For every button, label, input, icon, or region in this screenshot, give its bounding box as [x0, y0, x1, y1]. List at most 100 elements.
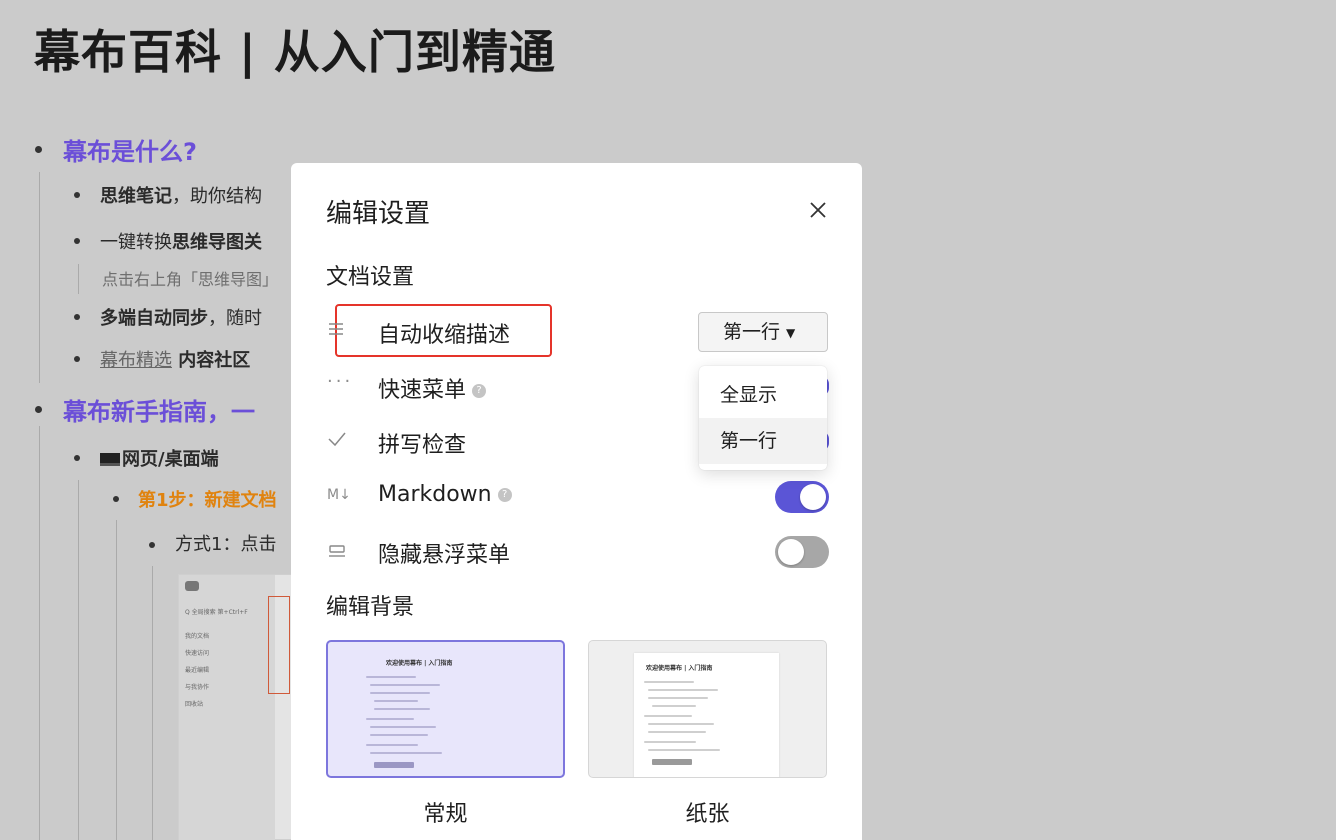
mini-row: 最近编辑 [185, 667, 210, 674]
quick-menu-label: 快速菜单? [378, 372, 487, 404]
thumb-title: 欢迎使用幕布 | 入门指南 [646, 665, 713, 672]
mini-row: 与我协作 [185, 684, 210, 691]
doc-settings-heading: 文档设置 [326, 265, 415, 290]
mini-row: 回收站 [185, 701, 204, 708]
thumb-line [648, 697, 708, 699]
thumb-line [370, 752, 442, 754]
bullet[interactable] [74, 192, 80, 198]
select-value: 第一行 [723, 321, 781, 343]
mini-row: 我的文档 [185, 633, 210, 640]
background-paper-label: 纸张 [685, 802, 730, 827]
outline-item-bold: 思维笔记 [100, 186, 172, 207]
hide-hover-menu-label: 隐藏悬浮菜单 [378, 543, 511, 568]
thumb-line [648, 749, 720, 751]
bullet[interactable] [35, 406, 42, 413]
mini-sidebar: Q 全局搜索 第+Ctrl+F 我的文档 快速访问 最近编辑 与我协作 回收站 [179, 575, 275, 840]
collapse-lines-icon [327, 319, 355, 344]
outline-guide [39, 426, 40, 840]
ellipsis-icon: ··· [327, 371, 354, 392]
help-icon[interactable]: ? [472, 384, 487, 398]
thumb-line [366, 718, 414, 720]
markdown-toggle[interactable] [775, 481, 829, 513]
markdown-label: Markdown? [378, 482, 512, 507]
outline-guide [152, 566, 153, 840]
background-paper-card[interactable]: 欢迎使用幕布 | 入门指南 [588, 640, 827, 778]
close-icon[interactable] [807, 199, 829, 221]
outline-item-note: 点击右上角「思维导图」 [102, 270, 279, 289]
hover-menu-icon [327, 541, 355, 566]
bullet[interactable] [149, 542, 155, 548]
markdown-text: Markdown [378, 482, 492, 507]
background-heading: 编辑背景 [326, 595, 415, 620]
thumb-line [374, 708, 430, 710]
thumb-line [366, 676, 416, 678]
bullet[interactable] [74, 238, 80, 244]
toggle-knob [800, 484, 826, 510]
thumb-line [652, 705, 696, 707]
outline-item[interactable]: 一键转换思维导图关 [100, 228, 262, 254]
bullet[interactable] [113, 496, 119, 502]
outline-item[interactable]: 第1步：新建文档 [138, 486, 277, 512]
avatar [185, 581, 199, 591]
outline-item-bold: 思维导图关 [172, 232, 262, 253]
outline-guide [78, 264, 79, 294]
auto-collapse-label: 自动收缩描述 [378, 323, 511, 348]
hide-hover-menu-toggle[interactable] [775, 536, 829, 568]
outline-item-bold: 多端自动同步 [100, 308, 208, 329]
laptop-icon [100, 453, 120, 466]
mini-row: 快速访问 [185, 650, 210, 657]
bullet[interactable] [74, 455, 80, 461]
thumb-line [644, 741, 696, 743]
thumb-title: 欢迎使用幕布 | 入门指南 [386, 660, 453, 667]
paper-sheet: 欢迎使用幕布 | 入门指南 [634, 653, 779, 777]
outline-item-text: 一键转换 [100, 232, 172, 253]
thumb-line [374, 700, 418, 702]
help-icon[interactable]: ? [497, 488, 512, 502]
outline-item[interactable]: 幕布是什么? [63, 132, 197, 167]
outline-item-text: 网页/桌面端 [122, 449, 219, 470]
thumb-line [374, 762, 414, 768]
thumb-line [648, 723, 714, 725]
bullet[interactable] [74, 314, 80, 320]
edit-settings-dialog: 编辑设置 文档设置 自动收缩描述 第一行 ▼ ··· 快速菜单? 拼写检查 M↓ … [291, 163, 862, 840]
outline-item-text: ，随时 [208, 308, 262, 329]
quick-menu-text: 快速菜单 [378, 378, 467, 403]
spell-check-label: 拼写检查 [378, 433, 467, 458]
option-show-all[interactable]: 全显示 [699, 372, 827, 418]
mini-row: Q 全局搜索 第+Ctrl+F [185, 609, 248, 616]
auto-collapse-select[interactable]: 第一行 ▼ [698, 312, 828, 352]
thumb-line [644, 681, 694, 683]
toggle-knob [778, 539, 804, 565]
thumb-line [648, 689, 718, 691]
thumb-line [652, 759, 692, 765]
collapse-options-dropdown: 全显示 第一行 [699, 366, 827, 470]
outline-guide [39, 172, 40, 383]
outline-item[interactable]: 思维笔记，助你结构 [100, 182, 262, 208]
background-normal-label: 常规 [423, 802, 468, 827]
option-first-line[interactable]: 第一行 [699, 418, 827, 464]
caret-down-icon: ▼ [786, 325, 796, 340]
outline-item[interactable]: 幕布精选 内容社区 [100, 346, 250, 372]
thumb-line [370, 684, 440, 686]
outline-guide [78, 480, 79, 840]
outline-item[interactable]: 多端自动同步，随时 [100, 304, 262, 330]
thumb-line [370, 726, 436, 728]
bullet[interactable] [74, 356, 80, 362]
outline-link[interactable]: 幕布精选 [100, 350, 172, 371]
outline-item[interactable]: 方式1：点击 [175, 530, 276, 556]
thumb-line [644, 715, 692, 717]
thumb-line [370, 734, 428, 736]
document-title: 幕布百科 | 从入门到精通 [34, 25, 556, 79]
background-normal-card[interactable]: 欢迎使用幕布 | 入门指南 [326, 640, 565, 778]
dialog-title: 编辑设置 [326, 199, 431, 229]
checkmark-icon [327, 429, 355, 454]
outline-item[interactable]: 网页/桌面端 [100, 445, 219, 471]
outline-item[interactable]: 幕布新手指南，一 [63, 392, 255, 427]
screenshot-highlight [268, 596, 290, 694]
thumb-line [648, 731, 706, 733]
thumb-line [370, 692, 430, 694]
bullet[interactable] [35, 146, 42, 153]
markdown-icon: M↓ [327, 487, 351, 503]
thumb-line [366, 744, 418, 746]
outline-item-bold: 内容社区 [172, 350, 251, 371]
